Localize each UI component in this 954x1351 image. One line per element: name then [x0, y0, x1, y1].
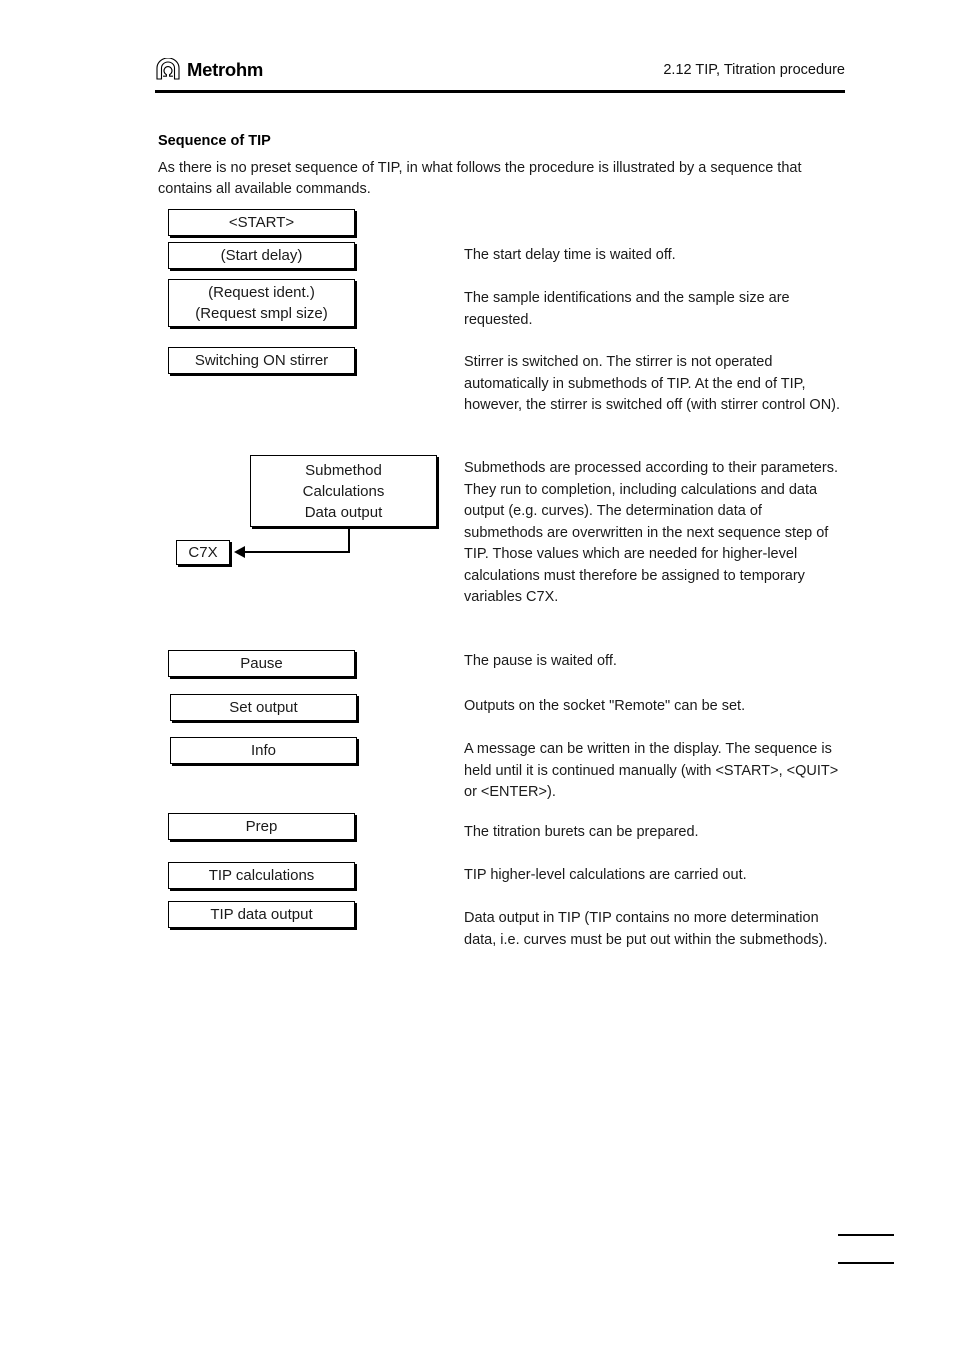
flow-node-pause: Pause	[168, 650, 355, 677]
flow-node-tip-calculations: TIP calculations	[168, 862, 355, 889]
flow-node-label: TIP calculations	[208, 867, 315, 884]
flow-node-label: Pause	[240, 655, 283, 672]
note-request: The sample identifications and the sampl…	[464, 290, 790, 328]
flow-node-start-delay: (Start delay)	[168, 242, 355, 269]
flow-connector-vertical	[348, 527, 350, 553]
document-page: Metrohm 2.12 TIP, Titration procedure Se…	[0, 0, 954, 1351]
flow-node-start: <START>	[168, 209, 355, 236]
metrohm-omega-arch-logo-icon	[155, 57, 181, 80]
flow-connector-horizontal	[243, 551, 350, 553]
flow-node-label: Calculations	[302, 482, 385, 500]
flow-node-set-output: Set output	[170, 694, 357, 721]
flow-node-label: (Start delay)	[220, 247, 303, 264]
brand-logo: Metrohm	[155, 57, 264, 80]
note-submethod: Submethods are processed according to th…	[464, 460, 838, 605]
note-prep: The titration burets can be prepared.	[464, 824, 699, 840]
note-start-delay: The start delay time is waited off.	[464, 247, 676, 263]
flow-node-switching-on-stirrer: Switching ON stirrer	[168, 347, 355, 374]
flow-node-label: <START>	[228, 214, 295, 231]
header-divider	[155, 90, 845, 93]
flow-node-prep: Prep	[168, 813, 355, 840]
flow-node-label: TIP data output	[210, 906, 313, 923]
note-stirrer: Stirrer is switched on. The stirrer is n…	[464, 354, 841, 413]
intro-paragraph: As there is no preset sequence of TIP, i…	[158, 160, 802, 197]
flow-node-info: Info	[170, 737, 357, 764]
flow-node-tip-data-output: TIP data output	[168, 901, 355, 928]
page-title: Sequence of TIP	[158, 133, 271, 149]
footer-rule-top	[838, 1234, 894, 1236]
page-header: Metrohm 2.12 TIP, Titration procedure	[155, 57, 845, 94]
flow-node-label: Set output	[229, 699, 298, 716]
note-info: A message can be written in the display.…	[464, 741, 839, 800]
flow-node-label: C7X	[188, 544, 218, 561]
note-tip-data-output: Data output in TIP (TIP contains no more…	[464, 910, 828, 948]
flow-node-label: Switching ON stirrer	[194, 352, 329, 369]
flow-node-submethod: Submethod Calculations Data output	[250, 455, 437, 527]
flow-node-label: Prep	[245, 818, 278, 835]
brand-name: Metrohm	[187, 58, 264, 80]
header-section-title: 2.12 TIP, Titration procedure	[663, 62, 845, 78]
flow-node-c7x: C7X	[176, 540, 230, 565]
flow-node-label: (Request ident.)	[208, 284, 315, 301]
flow-node-request: (Request ident.) (Request smpl size)	[168, 279, 355, 327]
flow-node-label: Data output	[304, 503, 383, 521]
flow-connector-arrowhead-icon	[234, 546, 245, 558]
note-tip-calculations: TIP higher-level calculations are carrie…	[464, 867, 747, 883]
flow-node-label: Submethod	[305, 461, 382, 479]
note-pause: The pause is waited off.	[464, 653, 617, 669]
footer-rule-bottom	[838, 1262, 894, 1264]
note-set-output: Outputs on the socket "Remote" can be se…	[464, 698, 746, 714]
flow-node-label: Info	[250, 742, 277, 759]
flow-node-label: (Request smpl size)	[195, 305, 328, 322]
